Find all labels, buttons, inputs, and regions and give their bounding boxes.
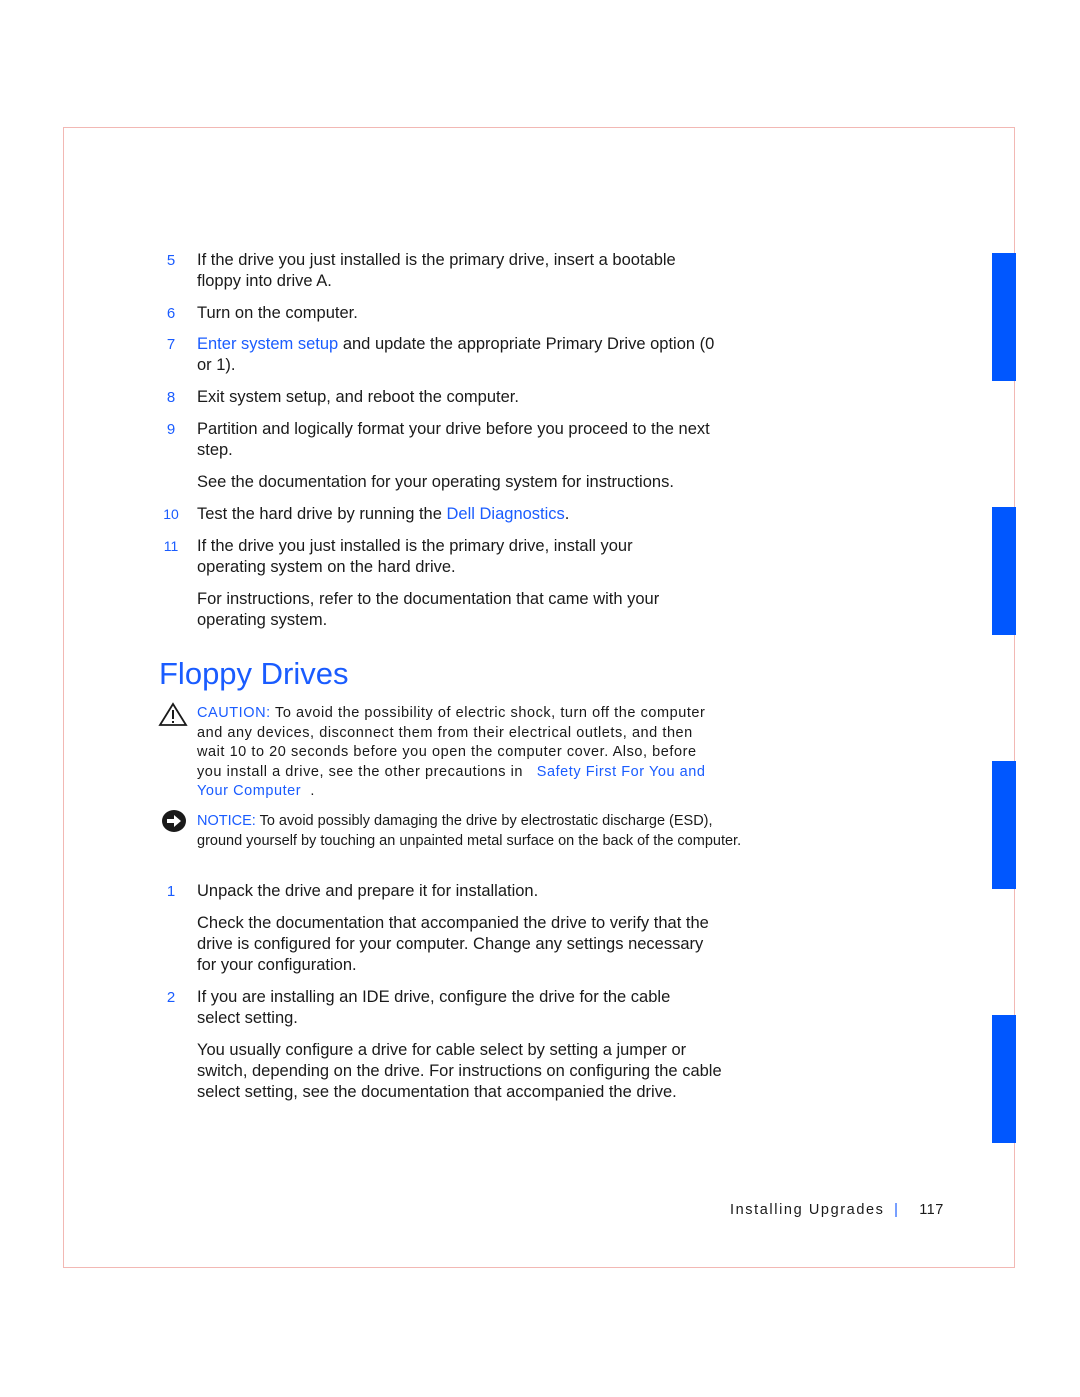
step-text: Turn on the computer. (197, 304, 358, 322)
warning-triangle-icon (158, 702, 188, 726)
step-item: 5 If the drive you just installed is the… (160, 250, 750, 292)
step-number: 5 (166, 252, 176, 269)
chapter-tab-4 (992, 1015, 1016, 1143)
step-text-end: . (564, 505, 570, 523)
dell-diagnostics-link[interactable]: Dell Diagnostics (447, 505, 565, 523)
footer-separator: | (894, 1202, 900, 1218)
caution-note: CAUTION: To avoid the possibility of ele… (197, 704, 717, 802)
step-number: 2 (166, 989, 176, 1006)
step-text: If the drive you just installed is the p… (197, 537, 633, 576)
step-item: 9 Partition and logically format your dr… (160, 419, 750, 461)
notice-text: To avoid possibly damaging the drive by … (197, 813, 742, 849)
chapter-tab-2 (992, 507, 1016, 635)
notice-arrow-icon (162, 810, 186, 832)
section-heading: Floppy Drives (159, 656, 349, 691)
notice-note: NOTICE: To avoid possibly damaging the d… (197, 812, 757, 851)
step-item: 1 Unpack the drive and prepare it for in… (160, 881, 750, 902)
step-item: 11 If the drive you just installed is th… (160, 536, 750, 578)
step-number: 1 (166, 883, 176, 900)
step-subtext: Check the documentation that accompanied… (197, 914, 709, 974)
step-subtext: For instructions, refer to the documenta… (197, 590, 660, 629)
step-text: Exit system setup, and reboot the comput… (197, 388, 519, 406)
chapter-tab-3 (992, 761, 1016, 889)
step-number: 9 (166, 421, 176, 438)
step-number: 6 (166, 305, 176, 322)
step-text: If you are installing an IDE drive, conf… (197, 988, 671, 1027)
step-subtext: See the documentation for your operating… (197, 473, 674, 491)
chapter-tab-1 (992, 253, 1016, 381)
caution-label: CAUTION: (197, 705, 271, 721)
enter-system-setup-link[interactable]: Enter system setup (197, 335, 338, 353)
step-subtext: You usually configure a drive for cable … (197, 1041, 722, 1101)
chapter-title: Installing Upgrades (730, 1202, 885, 1218)
page-number: 117 (919, 1202, 944, 1218)
step-text: and update the appropriate (342, 335, 541, 353)
step-text: Test the hard drive by running the (197, 505, 442, 523)
step-text: Partition and logically format your driv… (197, 420, 710, 459)
step-item: 2 If you are installing an IDE drive, co… (160, 987, 750, 1029)
step-item: 7 Enter system setup and update the appr… (160, 334, 750, 376)
step-text: Unpack the drive and prepare it for inst… (197, 882, 539, 900)
step-number: 7 (166, 336, 176, 353)
step-number: 8 (166, 389, 176, 406)
caution-end: . (310, 783, 315, 799)
step-item: 10 Test the hard drive by running the De… (160, 504, 750, 525)
step-item: 8 Exit system setup, and reboot the comp… (160, 387, 750, 408)
step-number: 10 (163, 506, 179, 522)
step-number: 11 (163, 538, 179, 554)
page-footer: Installing Upgrades | 117 (730, 1202, 944, 1218)
notice-label: NOTICE: (197, 813, 256, 829)
primary-drive-term: Primary Drive (545, 335, 646, 353)
step-item: 6 Turn on the computer. (160, 303, 750, 324)
step-text: If the drive you just installed is the p… (197, 251, 676, 290)
